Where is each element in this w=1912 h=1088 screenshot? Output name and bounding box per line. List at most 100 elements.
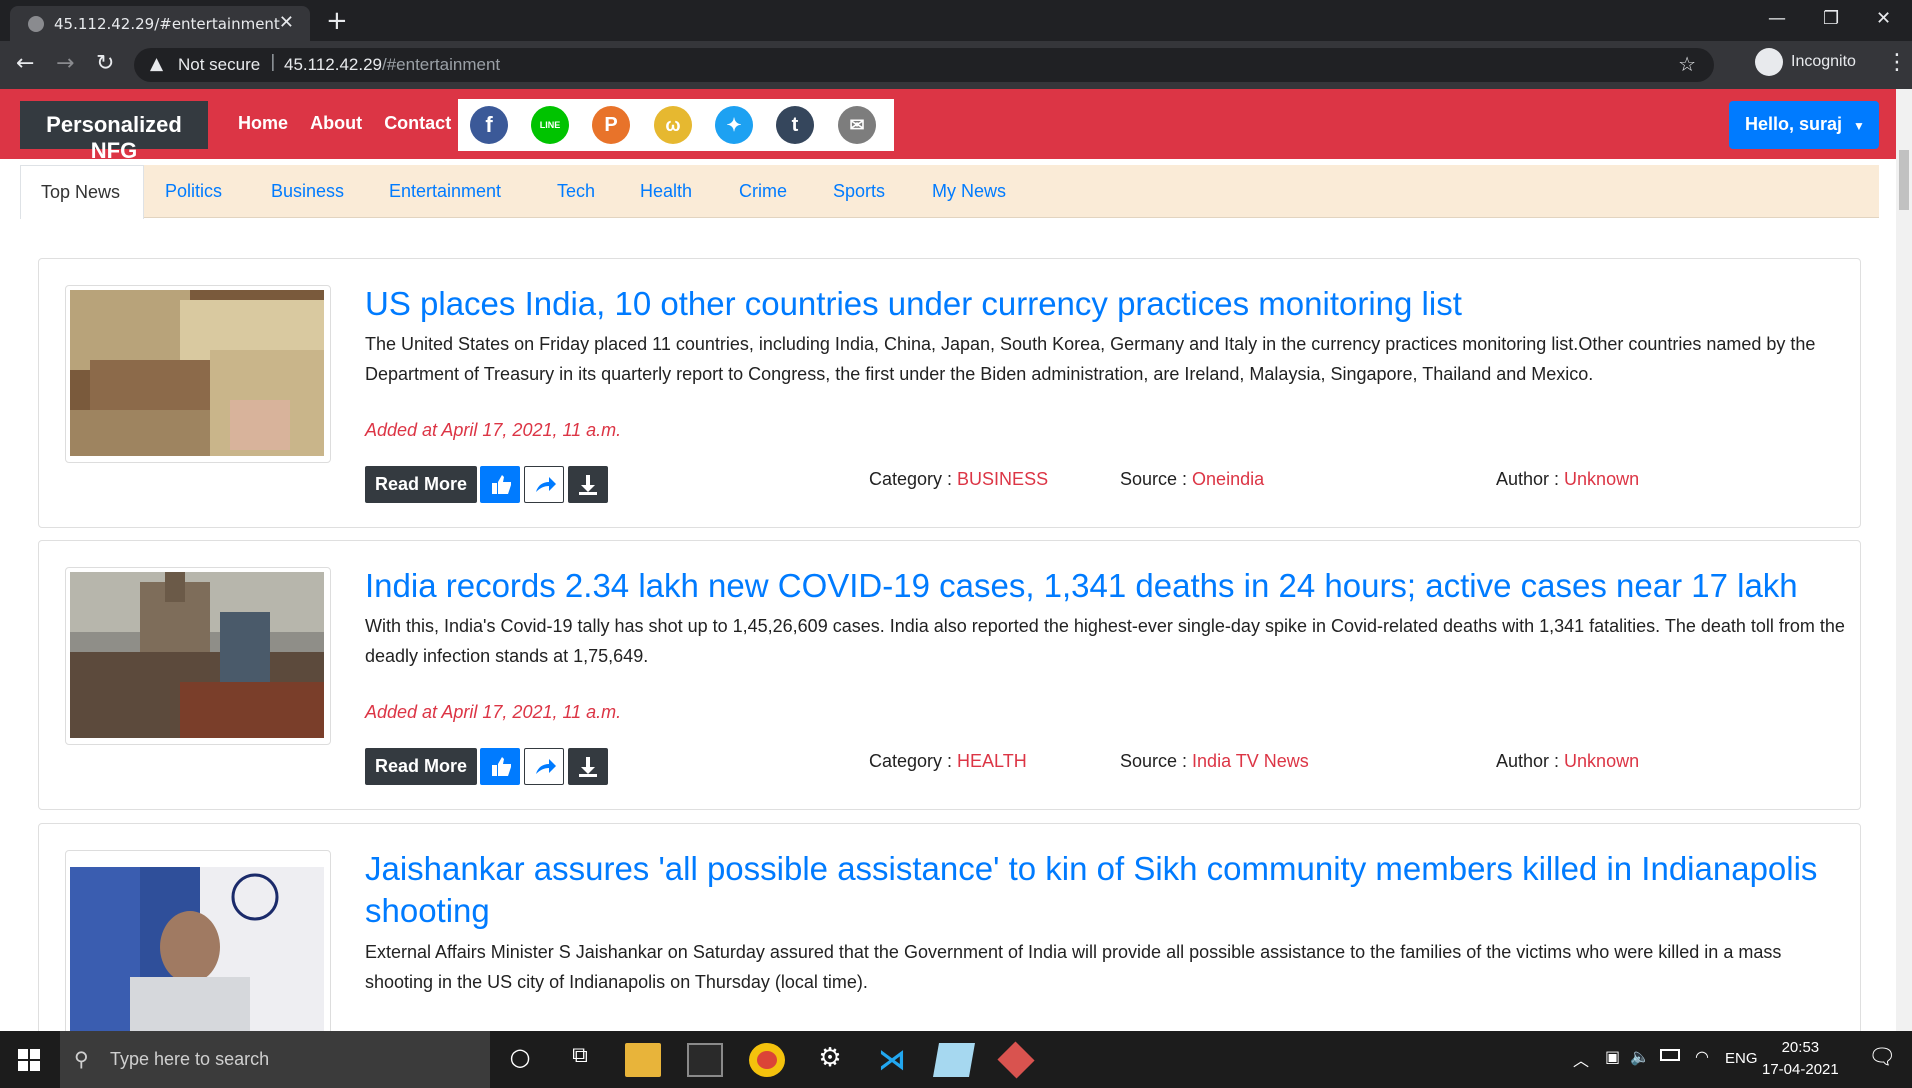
windows-taskbar: ⚲ Type here to search ○ ⧉ ⚙ ⋊ ︿ ▣ 🔈 ◠ EN… xyxy=(0,1031,1912,1088)
like-button[interactable] xyxy=(480,748,520,785)
nav-contact[interactable]: Contact xyxy=(384,113,451,133)
thumbs-up-icon xyxy=(492,475,511,494)
caret-down-icon: ▼ xyxy=(1853,119,1865,133)
battery-icon[interactable] xyxy=(1660,1049,1680,1061)
article-description: The United States on Friday placed 11 co… xyxy=(365,334,1816,384)
site-navbar: Personalized NFG Home About Contact f LI… xyxy=(0,89,1896,163)
url-input[interactable]: ▲ Not secure | 45.112.42.29/#entertainme… xyxy=(134,48,1714,82)
back-icon[interactable]: ← xyxy=(16,51,34,76)
browser-tab[interactable]: 45.112.42.29/#entertainment ✕ xyxy=(10,6,310,41)
article-card: Jaishankar assures 'all possible assista… xyxy=(38,823,1861,1057)
terminal-icon[interactable] xyxy=(687,1043,723,1077)
weibo-icon[interactable]: ω xyxy=(654,106,692,144)
tab-entertainment[interactable]: Entertainment xyxy=(389,181,501,202)
warning-icon: ▲ xyxy=(150,54,164,74)
language-indicator[interactable]: ENG xyxy=(1725,1050,1758,1067)
article-source: Source : India TV News xyxy=(1120,751,1309,771)
article-description: External Affairs Minister S Jaishankar o… xyxy=(365,942,1782,992)
windows-start-icon[interactable] xyxy=(18,1049,40,1071)
vscode-icon[interactable]: ⋊ xyxy=(874,1043,910,1077)
scrollbar-thumb[interactable] xyxy=(1899,150,1909,210)
volume-icon[interactable]: 🔈 xyxy=(1630,1047,1650,1066)
url-separator: | xyxy=(270,52,276,72)
close-window-icon[interactable]: ✕ xyxy=(1876,8,1891,29)
facebook-icon[interactable]: f xyxy=(470,106,508,144)
article-title[interactable]: US places India, 10 other countries unde… xyxy=(365,283,1845,325)
line-icon[interactable]: LINE xyxy=(531,106,569,144)
notepad-icon[interactable] xyxy=(933,1043,975,1077)
restore-icon[interactable]: ❐ xyxy=(1823,8,1839,29)
chevron-up-icon[interactable]: ︿ xyxy=(1573,1047,1589,1071)
like-button[interactable] xyxy=(480,466,520,503)
article-title[interactable]: Jaishankar assures 'all possible assista… xyxy=(365,848,1845,932)
article-card: US places India, 10 other countries unde… xyxy=(38,258,1861,528)
nav-home[interactable]: Home xyxy=(238,113,288,133)
security-label: Not secure xyxy=(178,55,261,74)
press-conference-image xyxy=(70,867,324,1057)
git-icon[interactable] xyxy=(997,1041,1035,1079)
bookmark-star-icon[interactable]: ☆ xyxy=(1678,52,1696,76)
minimize-icon[interactable]: — xyxy=(1768,8,1786,29)
share-toolbar: f LINE P ω ✦ t ✉ xyxy=(458,99,894,151)
tumblr-icon[interactable]: t xyxy=(776,106,814,144)
tab-business[interactable]: Business xyxy=(271,181,344,202)
read-more-button[interactable]: Read More xyxy=(365,748,477,785)
new-tab-icon[interactable]: + xyxy=(326,6,348,36)
article-description: With this, India's Covid-19 tally has sh… xyxy=(365,616,1845,666)
article-title[interactable]: India records 2.34 lakh new COVID-19 cas… xyxy=(365,565,1845,607)
wifi-icon[interactable]: ◠ xyxy=(1695,1047,1709,1066)
share-button[interactable] xyxy=(524,748,564,785)
tray-app-icon[interactable]: ▣ xyxy=(1605,1047,1620,1066)
user-dropdown-button[interactable]: Hello, suraj ▼ xyxy=(1729,101,1879,149)
tab-my-news[interactable]: My News xyxy=(932,181,1006,202)
address-bar: ← → ↻ ▲ Not secure | 45.112.42.29/#enter… xyxy=(0,41,1912,89)
forward-icon[interactable]: → xyxy=(56,51,74,76)
cortana-icon[interactable]: ○ xyxy=(502,1043,538,1077)
email-icon[interactable]: ✉ xyxy=(838,106,876,144)
article-author: Author : Unknown xyxy=(1496,469,1640,489)
read-more-button[interactable]: Read More xyxy=(365,466,477,503)
article-author: Author : Unknown xyxy=(1496,751,1640,771)
chrome-icon[interactable] xyxy=(749,1043,785,1077)
notifications-icon[interactable]: 🗨 xyxy=(1868,1045,1896,1070)
brand-logo[interactable]: Personalized NFG xyxy=(20,101,208,163)
page-scrollbar[interactable] xyxy=(1896,89,1912,1031)
share-button[interactable] xyxy=(524,466,564,503)
browser-tab-bar: 45.112.42.29/#entertainment ✕ + — ❐ ✕ xyxy=(0,0,1912,41)
article-timestamp: Added at April 17, 2021, 11 a.m. xyxy=(365,702,622,722)
thumbs-up-icon xyxy=(492,757,511,776)
nav-about[interactable]: About xyxy=(310,113,362,133)
pinterest-icon[interactable]: P xyxy=(592,106,630,144)
article-thumbnail[interactable] xyxy=(65,285,331,463)
tab-top-news[interactable]: Top News xyxy=(20,165,144,219)
article-thumbnail[interactable] xyxy=(65,850,331,1057)
clock-time: 20:53 xyxy=(1781,1039,1820,1056)
reload-icon[interactable]: ↻ xyxy=(96,51,114,76)
settings-gear-icon[interactable]: ⚙ xyxy=(812,1043,848,1077)
close-tab-icon[interactable]: ✕ xyxy=(279,12,294,33)
file-explorer-icon[interactable] xyxy=(625,1043,661,1077)
tab-crime[interactable]: Crime xyxy=(739,181,787,202)
clock-date: 17-04-2021 xyxy=(1762,1061,1839,1078)
share-arrow-icon xyxy=(536,759,556,774)
incognito-indicator[interactable]: Incognito xyxy=(1755,48,1856,76)
task-view-icon[interactable]: ⧉ xyxy=(562,1043,598,1077)
article-timestamp: Added at April 17, 2021, 11 a.m. xyxy=(365,420,622,440)
incognito-icon xyxy=(1755,48,1783,76)
taskbar-clock[interactable]: 20:53 17-04-2021 xyxy=(1762,1037,1839,1081)
download-button[interactable] xyxy=(568,748,608,785)
taskbar-search-input[interactable]: ⚲ Type here to search xyxy=(60,1031,490,1088)
tab-politics[interactable]: Politics xyxy=(165,181,222,202)
tab-health[interactable]: Health xyxy=(640,181,692,202)
download-button[interactable] xyxy=(568,466,608,503)
article-card: India records 2.34 lakh new COVID-19 cas… xyxy=(38,540,1861,810)
article-thumbnail[interactable] xyxy=(65,567,331,745)
browser-menu-icon[interactable]: ⋮ xyxy=(1886,50,1908,75)
tab-sports[interactable]: Sports xyxy=(833,181,885,202)
twitter-icon[interactable]: ✦ xyxy=(715,106,753,144)
article-category: Category : HEALTH xyxy=(869,751,1027,771)
user-greeting: Hello, suraj xyxy=(1745,114,1843,134)
share-arrow-icon xyxy=(536,477,556,492)
tab-tech[interactable]: Tech xyxy=(557,181,595,202)
street-market-image xyxy=(70,572,324,738)
